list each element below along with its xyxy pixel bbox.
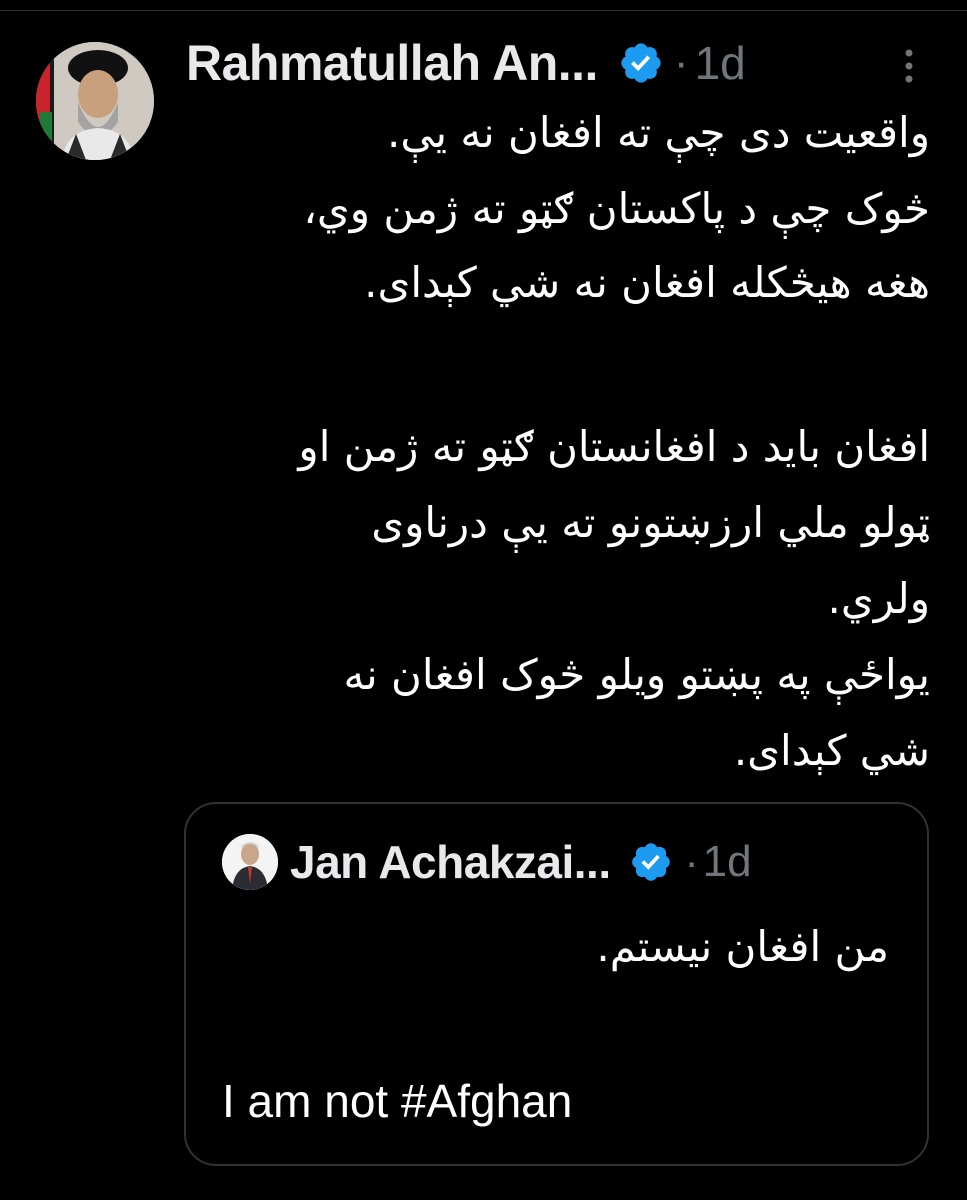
quoted-header-separator: ·: [684, 838, 699, 885]
quoted-tweet-text-english: I am not #Afghan: [222, 1075, 573, 1127]
author-avatar-image: [36, 42, 154, 160]
top-divider: [0, 10, 967, 11]
more-vertical-icon[interactable]: [900, 46, 918, 86]
verified-badge-icon[interactable]: [618, 40, 664, 86]
quoted-tweet-header: Jan Achakzai... · 1d: [290, 830, 752, 894]
header-separator: ·: [673, 38, 689, 87]
author-name[interactable]: Rahmatullah An...: [186, 34, 598, 92]
quoted-author-avatar[interactable]: [222, 834, 278, 890]
quoted-tweet-timestamp[interactable]: 1d: [703, 837, 752, 887]
tweet-header: Rahmatullah An... · 1d: [186, 30, 746, 96]
tweet-line: ټولو ملي ارزښتونو ته یې درناوی: [371, 498, 930, 547]
quoted-author-avatar-image: [222, 834, 278, 890]
tweet-line: افغان باید د افغانستان ګټو ته ژمن او: [298, 422, 930, 471]
quoted-tweet-card[interactable]: Jan Achakzai... · 1d من افغان نیستم. I a…: [184, 802, 929, 1166]
tweet-line: یواځې په پښتو ویلو څوک افغان نه: [343, 650, 930, 699]
tweet-timestamp[interactable]: 1d: [695, 36, 746, 90]
tweet-line: ولري.: [827, 574, 930, 623]
author-avatar[interactable]: [36, 42, 154, 160]
verified-badge-icon[interactable]: [629, 840, 673, 884]
tweet-line: څوک چې د پاکستان ګټو ته ژمن وي،: [303, 184, 930, 233]
tweet-line: شي کېدای.: [733, 726, 930, 775]
quoted-author-name[interactable]: Jan Achakzai...: [290, 835, 611, 889]
tweet-line: واقعیت دی چې ته افغان نه یې.: [387, 108, 930, 157]
tweet-line: هغه هیڅکله افغان نه شي کېدای.: [364, 258, 930, 307]
quoted-tweet-text-persian: من افغان نیستم.: [596, 922, 889, 971]
